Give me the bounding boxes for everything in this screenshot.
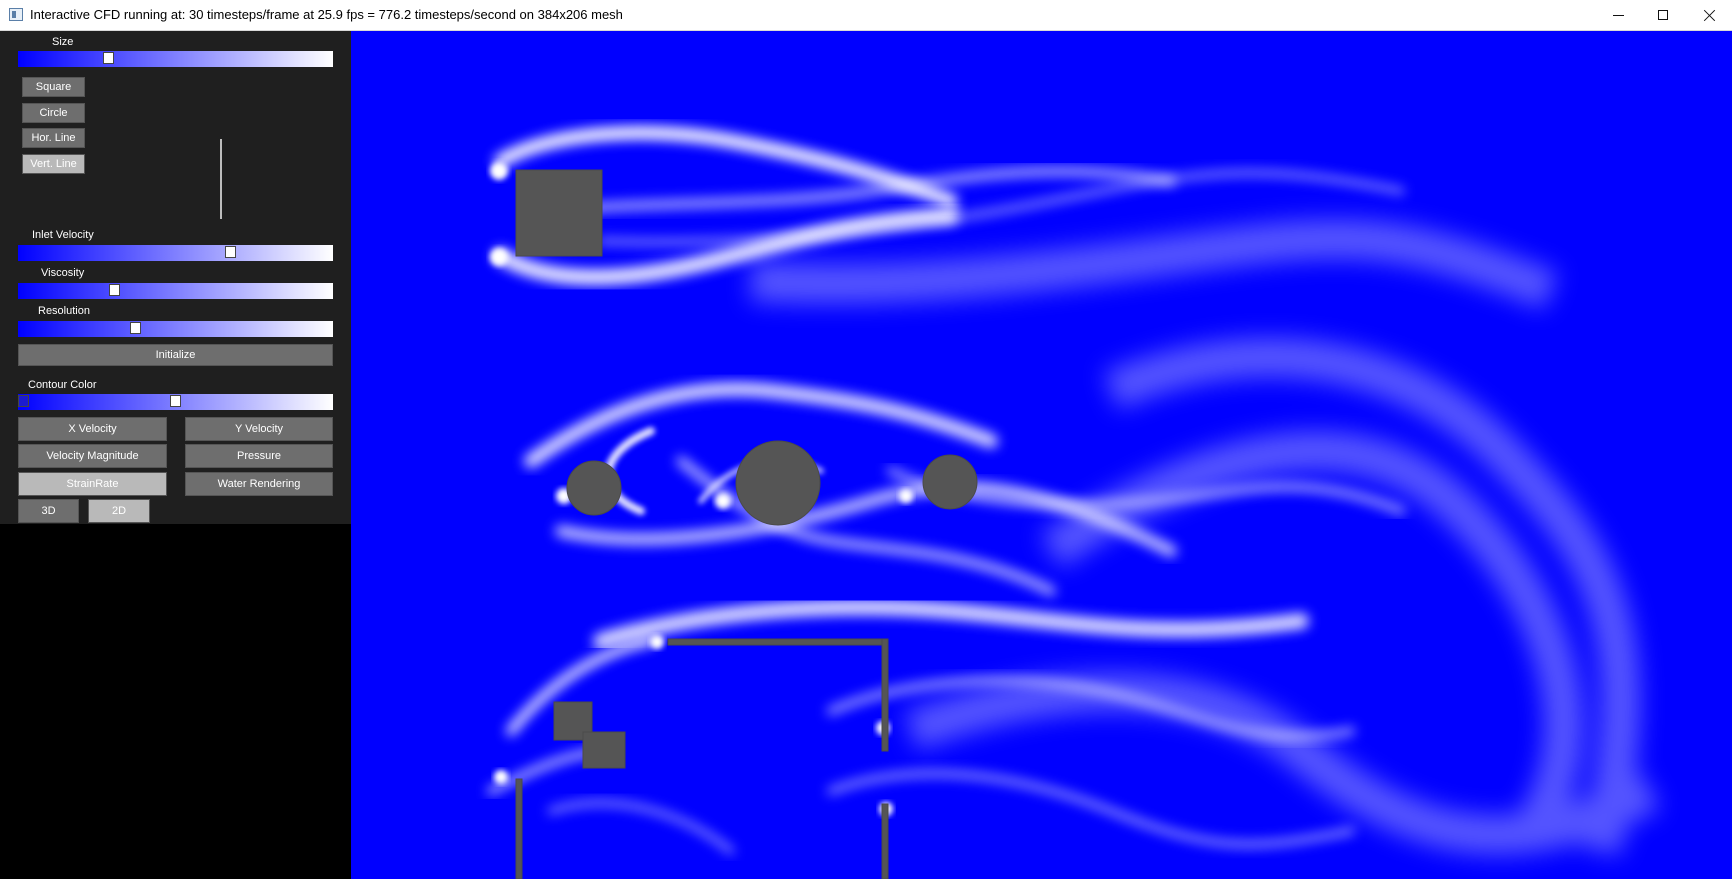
y-velocity-button[interactable]: Y Velocity (185, 417, 333, 441)
obstacle-square (515, 169, 603, 257)
maximize-icon (1658, 10, 1668, 20)
inlet-velocity-slider[interactable] (18, 245, 333, 261)
velocity-magnitude-button[interactable]: Velocity Magnitude (18, 444, 167, 468)
obstacle-circle-right (922, 454, 978, 510)
obstacle-horizontal-wall (667, 638, 889, 646)
obstacle-square-small-2 (582, 731, 626, 769)
simulation-viewport[interactable] (351, 31, 1732, 879)
contour-color-high-thumb[interactable] (170, 395, 181, 407)
strainrate-button[interactable]: StrainRate (18, 472, 167, 496)
water-rendering-button[interactable]: Water Rendering (185, 472, 333, 496)
contour-color-label: Contour Color (28, 379, 97, 391)
resolution-label: Resolution (38, 305, 90, 317)
viscosity-label: Viscosity (41, 267, 85, 279)
inlet-velocity-slider-thumb[interactable] (225, 246, 236, 258)
maximize-button[interactable] (1640, 0, 1686, 30)
size-label: Size (52, 36, 74, 48)
shape-preview-vertical-line (220, 139, 222, 219)
panel-empty-area (0, 524, 351, 879)
x-velocity-button[interactable]: X Velocity (18, 417, 167, 441)
pressure-button[interactable]: Pressure (185, 444, 333, 468)
window-title: Interactive CFD running at: 30 timesteps… (30, 7, 623, 22)
close-icon (1703, 9, 1716, 22)
obstacle-vertical-line-left (515, 778, 523, 879)
contour-color-slider[interactable] (18, 394, 333, 410)
circle-button[interactable]: Circle (22, 103, 85, 123)
obstacle-vertical-wall-upper (881, 638, 889, 752)
strain-rate-field (351, 31, 1732, 879)
hor-line-button[interactable]: Hor. Line (22, 128, 85, 148)
square-button[interactable]: Square (22, 77, 85, 97)
contour-color-low-thumb[interactable] (18, 395, 29, 407)
viscosity-slider-thumb[interactable] (109, 284, 120, 296)
2d-view-button[interactable]: 2D (88, 499, 150, 523)
size-slider[interactable] (18, 51, 333, 67)
resolution-slider-thumb[interactable] (130, 322, 141, 334)
obstacle-circle-large (735, 440, 821, 526)
vert-line-button[interactable]: Vert. Line (22, 154, 85, 174)
close-button[interactable] (1686, 0, 1732, 30)
3d-view-button[interactable]: 3D (18, 499, 79, 523)
initialize-button[interactable]: Initialize (18, 344, 333, 366)
resolution-slider[interactable] (18, 321, 333, 337)
minimize-button[interactable] (1595, 0, 1641, 30)
viscosity-slider[interactable] (18, 283, 333, 299)
inlet-velocity-label: Inlet Velocity (32, 229, 94, 241)
obstacle-circle-small (566, 460, 622, 516)
size-slider-thumb[interactable] (103, 52, 114, 64)
app-window-icon (9, 8, 23, 21)
control-panel: Size Square Circle Hor. Line Vert. Line … (0, 31, 351, 524)
title-bar: Interactive CFD running at: 30 timesteps… (0, 0, 1732, 31)
minimize-icon (1612, 14, 1624, 16)
obstacle-vertical-wall-lower (881, 803, 889, 879)
